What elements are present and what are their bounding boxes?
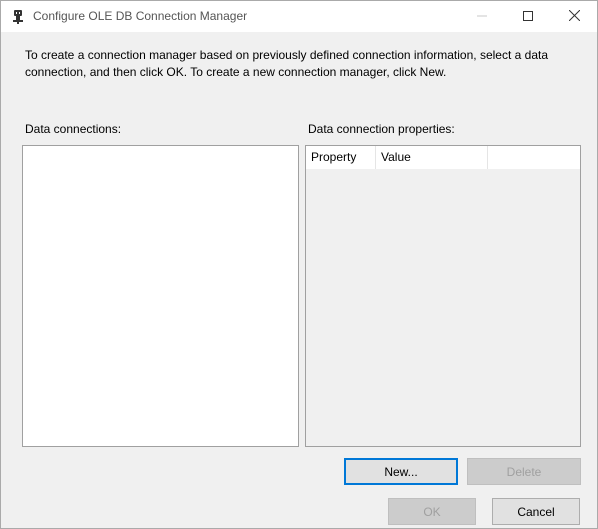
database-plug-icon	[11, 9, 25, 25]
column-header-value[interactable]: Value	[376, 146, 488, 169]
data-connections-label: Data connections:	[25, 122, 122, 136]
properties-grid-header: Property Value	[306, 146, 580, 169]
properties-grid[interactable]: Property Value	[305, 145, 581, 447]
maximize-icon	[523, 10, 533, 24]
minimize-button[interactable]	[459, 1, 505, 32]
cancel-button[interactable]: Cancel	[492, 498, 580, 525]
maximize-button[interactable]	[505, 1, 551, 32]
data-connections-list[interactable]	[22, 145, 299, 447]
dialog-window: Configure OLE DB Connection Manager To c…	[0, 0, 598, 529]
data-connection-properties-label: Data connection properties:	[308, 122, 455, 136]
close-button[interactable]	[551, 1, 597, 32]
minimize-icon	[477, 10, 487, 24]
column-header-blank	[488, 146, 580, 169]
column-header-property[interactable]: Property	[306, 146, 376, 169]
close-icon	[568, 9, 580, 24]
ok-button[interactable]: OK	[388, 498, 476, 525]
window-title: Configure OLE DB Connection Manager	[33, 9, 248, 23]
instruction-text: To create a connection manager based on …	[25, 48, 548, 79]
delete-button[interactable]: Delete	[467, 458, 581, 485]
title-bar[interactable]: Configure OLE DB Connection Manager	[1, 1, 597, 32]
new-button[interactable]: New...	[344, 458, 458, 485]
